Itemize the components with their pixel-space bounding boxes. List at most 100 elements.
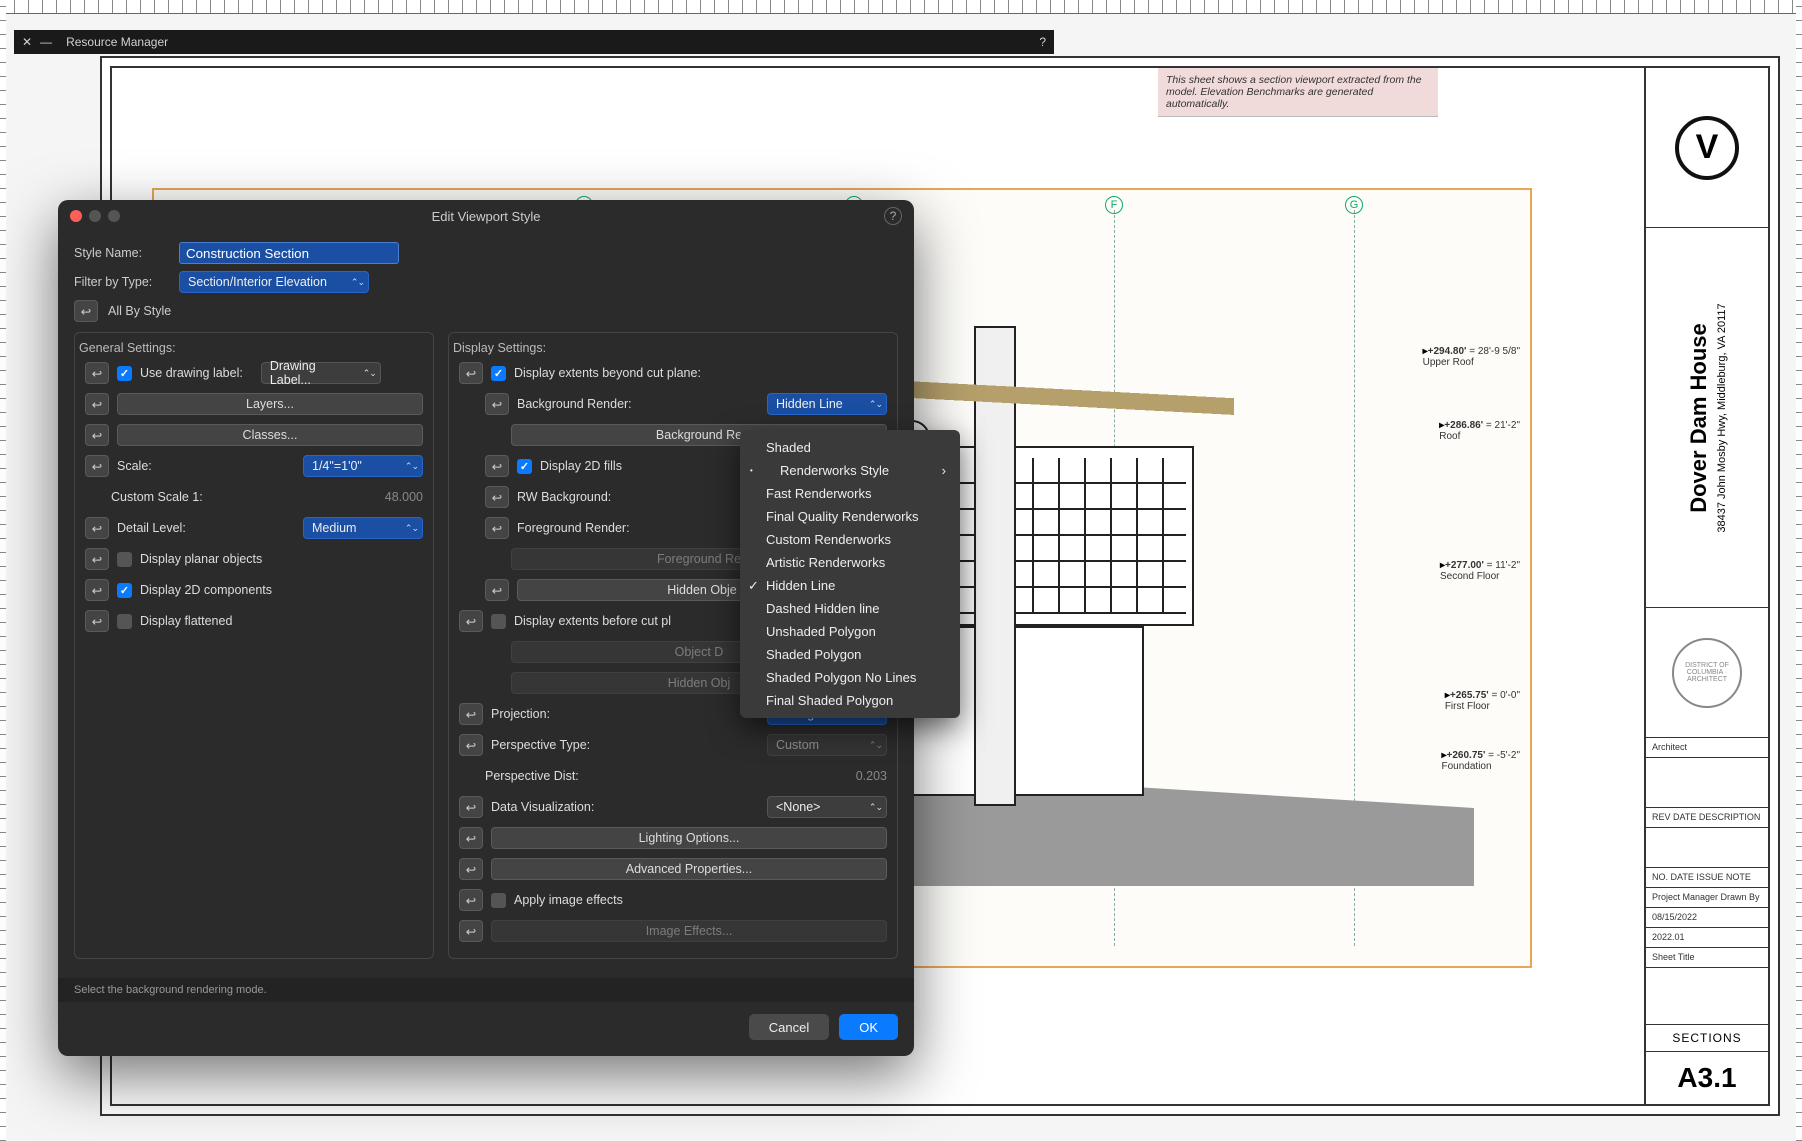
display-2d-components-checkbox[interactable] — [117, 583, 132, 598]
detail-level-label: Detail Level: — [117, 521, 285, 535]
classes-button[interactable]: Classes... — [117, 424, 423, 446]
menu-item-renderworks-style[interactable]: •Renderworks Style› — [740, 459, 960, 482]
advanced-properties-button[interactable]: Advanced Properties... — [491, 858, 887, 880]
by-style-toggle[interactable]: ↩ — [459, 610, 483, 632]
image-effects-button: Image Effects... — [491, 920, 887, 942]
tb-blank — [1646, 758, 1768, 808]
menu-item-final-shaded-polygon[interactable]: Final Shaded Polygon — [740, 689, 960, 712]
all-by-style-label: All By Style — [108, 304, 171, 318]
custom-scale-value: 48.000 — [293, 490, 423, 504]
style-name-input[interactable] — [179, 242, 399, 264]
perspective-dist-label: Perspective Dist: — [485, 769, 749, 783]
menu-item-unshaded-polygon[interactable]: Unshaded Polygon — [740, 620, 960, 643]
grid-bubble: F — [1105, 196, 1123, 214]
by-style-toggle[interactable]: ↩ — [85, 610, 109, 632]
extents-before-checkbox[interactable] — [491, 614, 506, 629]
scale-label: Scale: — [117, 459, 285, 473]
ruler-top — [0, 0, 1802, 14]
by-style-toggle[interactable]: ↩ — [85, 393, 109, 415]
display-flattened-checkbox[interactable] — [117, 614, 132, 629]
rw-background-label: RW Background: — [517, 490, 611, 504]
logo-cell: V — [1646, 68, 1768, 228]
menu-item-shaded-polygon-no-lines[interactable]: Shaded Polygon No Lines — [740, 666, 960, 689]
by-style-toggle[interactable]: ↩ — [485, 455, 509, 477]
display-flattened-label: Display flattened — [140, 614, 232, 628]
architect-stamp: DISTRICT OF COLUMBIA · ARCHITECT — [1672, 638, 1742, 708]
by-style-toggle[interactable]: ↩ — [459, 703, 483, 725]
data-viz-label: Data Visualization: — [491, 800, 749, 814]
by-style-toggle[interactable]: ↩ — [459, 858, 483, 880]
display-settings-header: Display Settings: — [449, 341, 897, 361]
custom-scale-label: Custom Scale 1: — [111, 490, 285, 504]
cancel-button[interactable]: Cancel — [749, 1014, 829, 1040]
by-style-toggle[interactable]: ↩ — [459, 734, 483, 756]
by-style-toggle[interactable]: ↩ — [85, 548, 109, 570]
data-viz-select[interactable]: <None> — [767, 796, 887, 818]
bg-render-select[interactable]: Hidden Line — [767, 393, 887, 415]
by-style-toggle[interactable]: ↩ — [85, 362, 109, 384]
menu-item-hidden-line[interactable]: Hidden Line — [740, 574, 960, 597]
bg-render-dropdown-menu: Shaded •Renderworks Style› Fast Renderwo… — [740, 430, 960, 718]
menu-item-shaded-polygon[interactable]: Shaded Polygon — [740, 643, 960, 666]
by-style-toggle[interactable]: ↩ — [459, 889, 483, 911]
by-style-toggle[interactable]: ↩ — [85, 424, 109, 446]
projection-label: Projection: — [491, 707, 749, 721]
tb-year: 2022.01 — [1646, 928, 1768, 948]
menu-item-final-quality[interactable]: Final Quality Renderworks — [740, 505, 960, 528]
menu-item-shaded[interactable]: Shaded — [740, 436, 960, 459]
by-style-toggle[interactable]: ↩ — [74, 300, 98, 322]
by-style-toggle[interactable]: ↩ — [485, 486, 509, 508]
by-style-toggle[interactable]: ↩ — [485, 393, 509, 415]
grid-bubble: G — [1345, 196, 1363, 214]
tb-architect: Architect — [1646, 738, 1768, 758]
display-2d-fills-label: Display 2D fills — [540, 459, 622, 473]
help-icon[interactable]: ? — [1039, 35, 1046, 49]
bg-render-label: Background Render: — [517, 397, 749, 411]
use-drawing-label-text: Use drawing label: — [140, 366, 243, 380]
perspective-type-select: Custom — [767, 734, 887, 756]
display-planar-checkbox[interactable] — [117, 552, 132, 567]
tb-issue-header: NO. DATE ISSUE NOTE — [1646, 868, 1768, 888]
extents-beyond-checkbox[interactable] — [491, 366, 506, 381]
menu-item-custom-renderworks[interactable]: Custom Renderworks — [740, 528, 960, 551]
ruler-left — [0, 0, 6, 1141]
layers-button[interactable]: Layers... — [117, 393, 423, 415]
by-style-toggle[interactable]: ↩ — [85, 455, 109, 477]
elevation-marker: ▸+294.80' = 28'-9 5/8"Upper Roof — [1423, 346, 1520, 368]
filter-type-label: Filter by Type: — [74, 275, 169, 289]
close-icon[interactable]: ✕ — [22, 35, 32, 49]
lighting-options-button[interactable]: Lighting Options... — [491, 827, 887, 849]
by-style-toggle[interactable]: ↩ — [459, 796, 483, 818]
elevation-marker: ▸+277.00' = 11'-2"Second Floor — [1440, 560, 1520, 582]
perspective-dist-value: 0.203 — [757, 769, 887, 783]
minimize-icon[interactable]: — — [40, 35, 52, 49]
menu-item-artistic-renderworks[interactable]: Artistic Renderworks — [740, 551, 960, 574]
by-style-toggle[interactable]: ↩ — [85, 579, 109, 601]
detail-level-select[interactable]: Medium — [303, 517, 423, 539]
menu-item-dashed-hidden-line[interactable]: Dashed Hidden line — [740, 597, 960, 620]
display-2d-fills-checkbox[interactable] — [517, 459, 532, 474]
drawing-label-select[interactable]: Drawing Label... — [261, 362, 381, 384]
menu-item-fast-renderworks[interactable]: Fast Renderworks — [740, 482, 960, 505]
tb-rev-header: REV DATE DESCRIPTION — [1646, 808, 1768, 828]
extents-beyond-label: Display extents beyond cut plane: — [514, 366, 701, 380]
by-style-toggle[interactable]: ↩ — [485, 579, 509, 601]
dialog-titlebar[interactable]: Edit Viewport Style ? — [58, 200, 914, 232]
by-style-toggle[interactable]: ↩ — [459, 362, 483, 384]
resource-manager-titlebar[interactable]: ✕ — Resource Manager ? — [14, 30, 1054, 54]
stamp-cell: DISTRICT OF COLUMBIA · ARCHITECT — [1646, 608, 1768, 738]
filter-type-select[interactable]: Section/Interior Elevation — [179, 271, 369, 293]
tb-date: 08/15/2022 — [1646, 908, 1768, 928]
elevation-marker: ▸+265.75' = 0'-0"First Floor — [1445, 690, 1520, 712]
by-style-toggle[interactable]: ↩ — [485, 517, 509, 539]
perspective-type-label: Perspective Type: — [491, 738, 749, 752]
by-style-toggle[interactable]: ↩ — [459, 920, 483, 942]
by-style-toggle[interactable]: ↩ — [85, 517, 109, 539]
by-style-toggle[interactable]: ↩ — [459, 827, 483, 849]
title-block: V Dover Dam House 38437 John Mosby Hwy, … — [1644, 68, 1768, 1104]
image-effects-checkbox[interactable] — [491, 893, 506, 908]
scale-select[interactable]: 1/4"=1'0" — [303, 455, 423, 477]
ok-button[interactable]: OK — [839, 1014, 898, 1040]
dialog-tip-text: Select the background rendering mode. — [58, 978, 914, 1002]
use-drawing-label-checkbox[interactable] — [117, 366, 132, 381]
